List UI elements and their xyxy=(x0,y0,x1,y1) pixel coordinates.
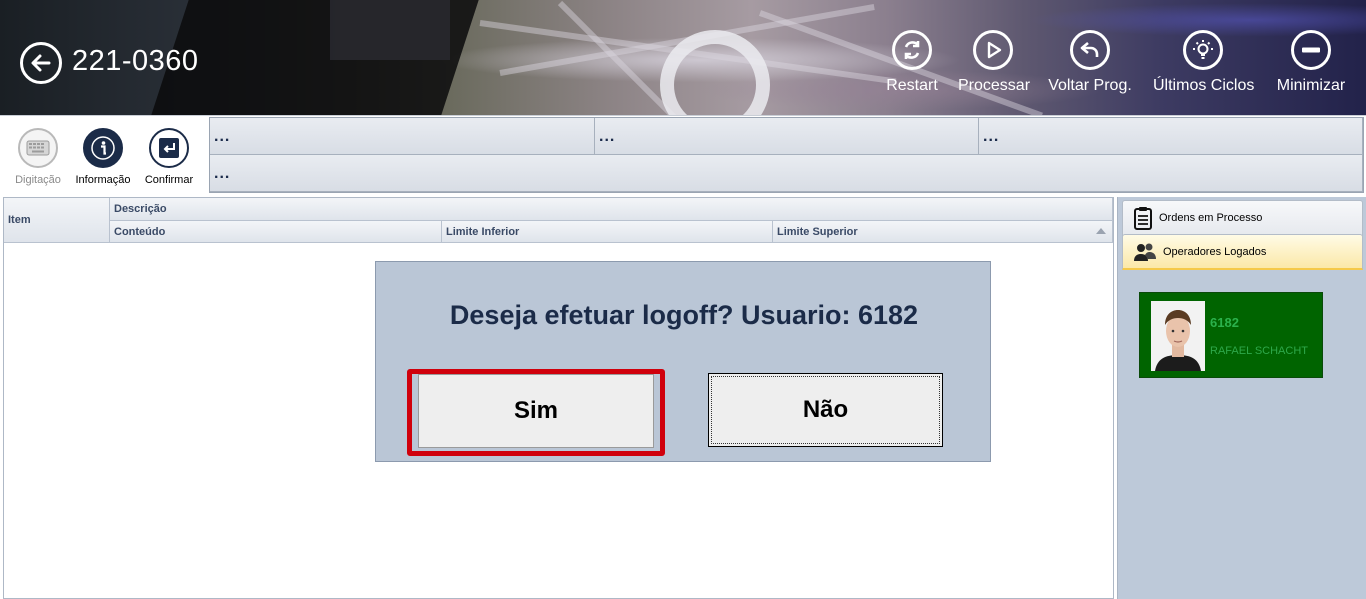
enter-icon xyxy=(159,138,179,158)
clipboard-icon xyxy=(1134,207,1152,230)
ultimos-ciclos-label: Últimos Ciclos xyxy=(1153,77,1255,94)
dialog-message: Deseja efetuar logoff? Usuario: 6182 xyxy=(449,300,919,330)
info-field: ... xyxy=(210,118,595,155)
info-icon xyxy=(91,136,115,160)
informacao-label: Informação xyxy=(75,174,131,186)
nao-button[interactable]: Não xyxy=(708,373,943,447)
lightbulb-icon xyxy=(1193,40,1213,59)
confirmar-label: Confirmar xyxy=(144,174,194,186)
ultimos-ciclos-button[interactable]: Últimos Ciclos xyxy=(1153,30,1255,100)
operator-id: 6182 xyxy=(1210,315,1239,330)
info-field: ... xyxy=(595,118,979,155)
stage-equipment-shape xyxy=(330,0,450,60)
order-code-title: 221-0360 xyxy=(72,45,199,77)
confirmar-button[interactable]: Confirmar xyxy=(136,128,202,186)
sort-ascending-icon xyxy=(1096,228,1106,234)
play-icon xyxy=(987,41,1002,59)
header-banner: 221-0360 Restart Processar Voltar Prog. … xyxy=(0,0,1366,115)
column-header-limite-superior[interactable]: Limite Superior xyxy=(773,221,1113,243)
processar-button[interactable]: Processar xyxy=(958,30,1031,100)
column-header-descricao[interactable]: Descrição xyxy=(110,198,1113,221)
operator-avatar xyxy=(1151,301,1205,371)
informacao-button[interactable]: Informação xyxy=(70,128,136,186)
limite-superior-label: Limite Superior xyxy=(777,226,858,238)
operator-card[interactable]: 6182 RAFAEL SCHACHT xyxy=(1139,292,1323,378)
processar-label: Processar xyxy=(958,77,1031,94)
users-icon xyxy=(1134,243,1156,261)
column-header-conteudo[interactable]: Conteúdo xyxy=(110,221,442,243)
restart-button[interactable]: Restart xyxy=(886,30,938,100)
arrow-left-icon xyxy=(31,54,51,72)
right-panel: Ordens em Processo Operadores Logados xyxy=(1117,197,1366,599)
digitacao-label: Digitação xyxy=(15,174,61,186)
tab-ordens-em-processo[interactable]: Ordens em Processo xyxy=(1122,200,1363,236)
minimizar-button[interactable]: Minimizar xyxy=(1275,30,1347,100)
tab-ordens-label: Ordens em Processo xyxy=(1159,212,1263,224)
sim-button[interactable]: Sim xyxy=(418,374,654,448)
minus-icon xyxy=(1302,47,1320,53)
column-header-limite-inferior[interactable]: Limite Inferior xyxy=(442,221,773,243)
voltar-prog-label: Voltar Prog. xyxy=(1048,77,1132,94)
info-field: ... xyxy=(210,155,1363,192)
tab-operadores-label: Operadores Logados xyxy=(1163,245,1267,258)
operator-name: RAFAEL SCHACHT xyxy=(1210,345,1309,357)
voltar-prog-button[interactable]: Voltar Prog. xyxy=(1048,30,1132,100)
info-field: ... xyxy=(979,118,1363,155)
restart-label: Restart xyxy=(886,77,938,94)
info-fields-panel: ... ... ... ... xyxy=(209,117,1364,193)
tab-operadores-logados[interactable]: Operadores Logados xyxy=(1122,234,1363,270)
restart-icon xyxy=(904,41,920,59)
digitacao-button[interactable]: Digitação xyxy=(5,128,71,186)
undo-icon xyxy=(1080,42,1099,57)
back-button[interactable] xyxy=(20,42,62,84)
keyboard-icon xyxy=(26,140,50,156)
column-header-item[interactable]: Item xyxy=(4,198,110,243)
minimizar-label: Minimizar xyxy=(1276,77,1346,94)
